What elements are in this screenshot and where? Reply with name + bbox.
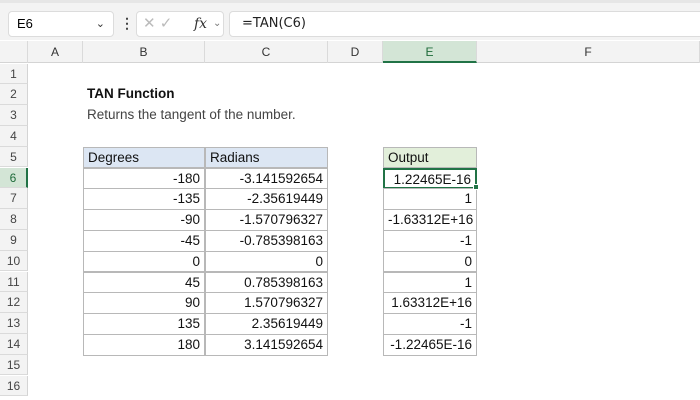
radians-cell[interactable]: 2.35619449 xyxy=(205,313,328,335)
enter-icon[interactable]: ✓ xyxy=(160,15,173,32)
radians-cell[interactable]: 0.785398163 xyxy=(205,271,328,294)
row-header-2[interactable]: 2 xyxy=(0,84,28,106)
formula-bar: E6 ⌄ ⋮ ✕ ✓ fx ⌄ =TAN(C6) xyxy=(0,0,700,40)
degrees-cell[interactable]: 180 xyxy=(83,333,205,356)
degrees-cell[interactable]: -180 xyxy=(83,167,205,190)
fill-handle[interactable] xyxy=(473,184,479,191)
row-header-1[interactable]: 1 xyxy=(0,63,28,85)
radians-cell[interactable]: 3.141592654 xyxy=(205,333,328,356)
output-cell[interactable]: -1 xyxy=(383,313,477,335)
row-header-4[interactable]: 4 xyxy=(0,125,28,147)
degrees-cell[interactable]: 135 xyxy=(83,313,205,335)
degrees-cell[interactable]: 90 xyxy=(83,292,205,315)
degrees-cell[interactable]: -45 xyxy=(83,229,205,252)
row-header-13[interactable]: 13 xyxy=(0,313,28,334)
radians-cell[interactable]: -2.35619449 xyxy=(205,188,328,211)
output-cell[interactable]: 1 xyxy=(383,271,477,294)
degrees-cell[interactable]: -90 xyxy=(83,209,205,231)
subtitle-cell[interactable]: Returns the tangent of the number. xyxy=(83,105,296,127)
radians-cell[interactable]: -0.785398163 xyxy=(205,229,328,252)
column-header-C[interactable]: C xyxy=(205,41,328,63)
header-radians[interactable]: Radians xyxy=(205,146,328,169)
output-cell[interactable]: 0 xyxy=(383,250,477,273)
title-cell[interactable]: TAN Function xyxy=(83,84,205,106)
name-box[interactable]: E6 ⌄ xyxy=(8,11,114,37)
column-header-F[interactable]: F xyxy=(477,41,700,63)
formula-buttons: ✕ ✓ fx ⌄ xyxy=(136,11,224,37)
degrees-cell[interactable]: 0 xyxy=(83,250,205,273)
more-options-icon[interactable]: ⋮ xyxy=(120,15,134,32)
row-header-15[interactable]: 15 xyxy=(0,354,28,376)
radians-cell[interactable]: 0 xyxy=(205,250,328,273)
insert-function-icon[interactable]: fx xyxy=(194,12,207,36)
row-header-3[interactable]: 3 xyxy=(0,105,28,126)
output-cell[interactable]: -1.63312E+16 xyxy=(383,209,477,231)
radians-cell[interactable]: 1.570796327 xyxy=(205,292,328,315)
degrees-cell[interactable]: -135 xyxy=(83,188,205,211)
column-header-E[interactable]: E xyxy=(383,41,477,63)
active-cell[interactable]: 1.22465E-16 xyxy=(383,167,477,190)
row-header-16[interactable]: 16 xyxy=(0,375,28,397)
output-cell[interactable]: 1 xyxy=(383,188,477,211)
row-header-5[interactable]: 5 xyxy=(0,146,28,168)
output-cell[interactable]: -1 xyxy=(383,229,477,252)
output-cell[interactable]: 1.63312E+16 xyxy=(383,292,477,315)
row-header-10[interactable]: 10 xyxy=(0,250,28,272)
radians-cell[interactable]: -3.141592654 xyxy=(205,167,328,190)
row-header-6[interactable]: 6 xyxy=(0,167,28,189)
radians-cell[interactable]: -1.570796327 xyxy=(205,209,328,231)
row-header-7[interactable]: 7 xyxy=(0,188,28,210)
column-header-D[interactable]: D xyxy=(328,41,383,63)
column-header-A[interactable]: A xyxy=(28,41,83,63)
header-output[interactable]: Output xyxy=(383,146,477,169)
formula-input[interactable]: =TAN(C6) xyxy=(229,11,700,37)
column-headers: ABCDEF xyxy=(0,41,700,63)
row-header-12[interactable]: 12 xyxy=(0,292,28,314)
row-header-11[interactable]: 11 xyxy=(0,271,28,293)
degrees-cell[interactable]: 45 xyxy=(83,271,205,294)
row-header-8[interactable]: 8 xyxy=(0,209,28,230)
column-header-B[interactable]: B xyxy=(83,41,205,63)
row-header-9[interactable]: 9 xyxy=(0,229,28,251)
cancel-icon[interactable]: ✕ xyxy=(143,15,156,32)
chevron-down-icon[interactable]: ⌄ xyxy=(96,12,105,36)
output-cell[interactable]: -1.22465E-16 xyxy=(383,333,477,356)
name-box-value: E6 xyxy=(17,16,33,31)
chevron-down-icon[interactable]: ⌄ xyxy=(213,12,221,36)
header-degrees[interactable]: Degrees xyxy=(83,146,205,169)
row-header-14[interactable]: 14 xyxy=(0,333,28,355)
select-all-button[interactable] xyxy=(0,41,28,63)
